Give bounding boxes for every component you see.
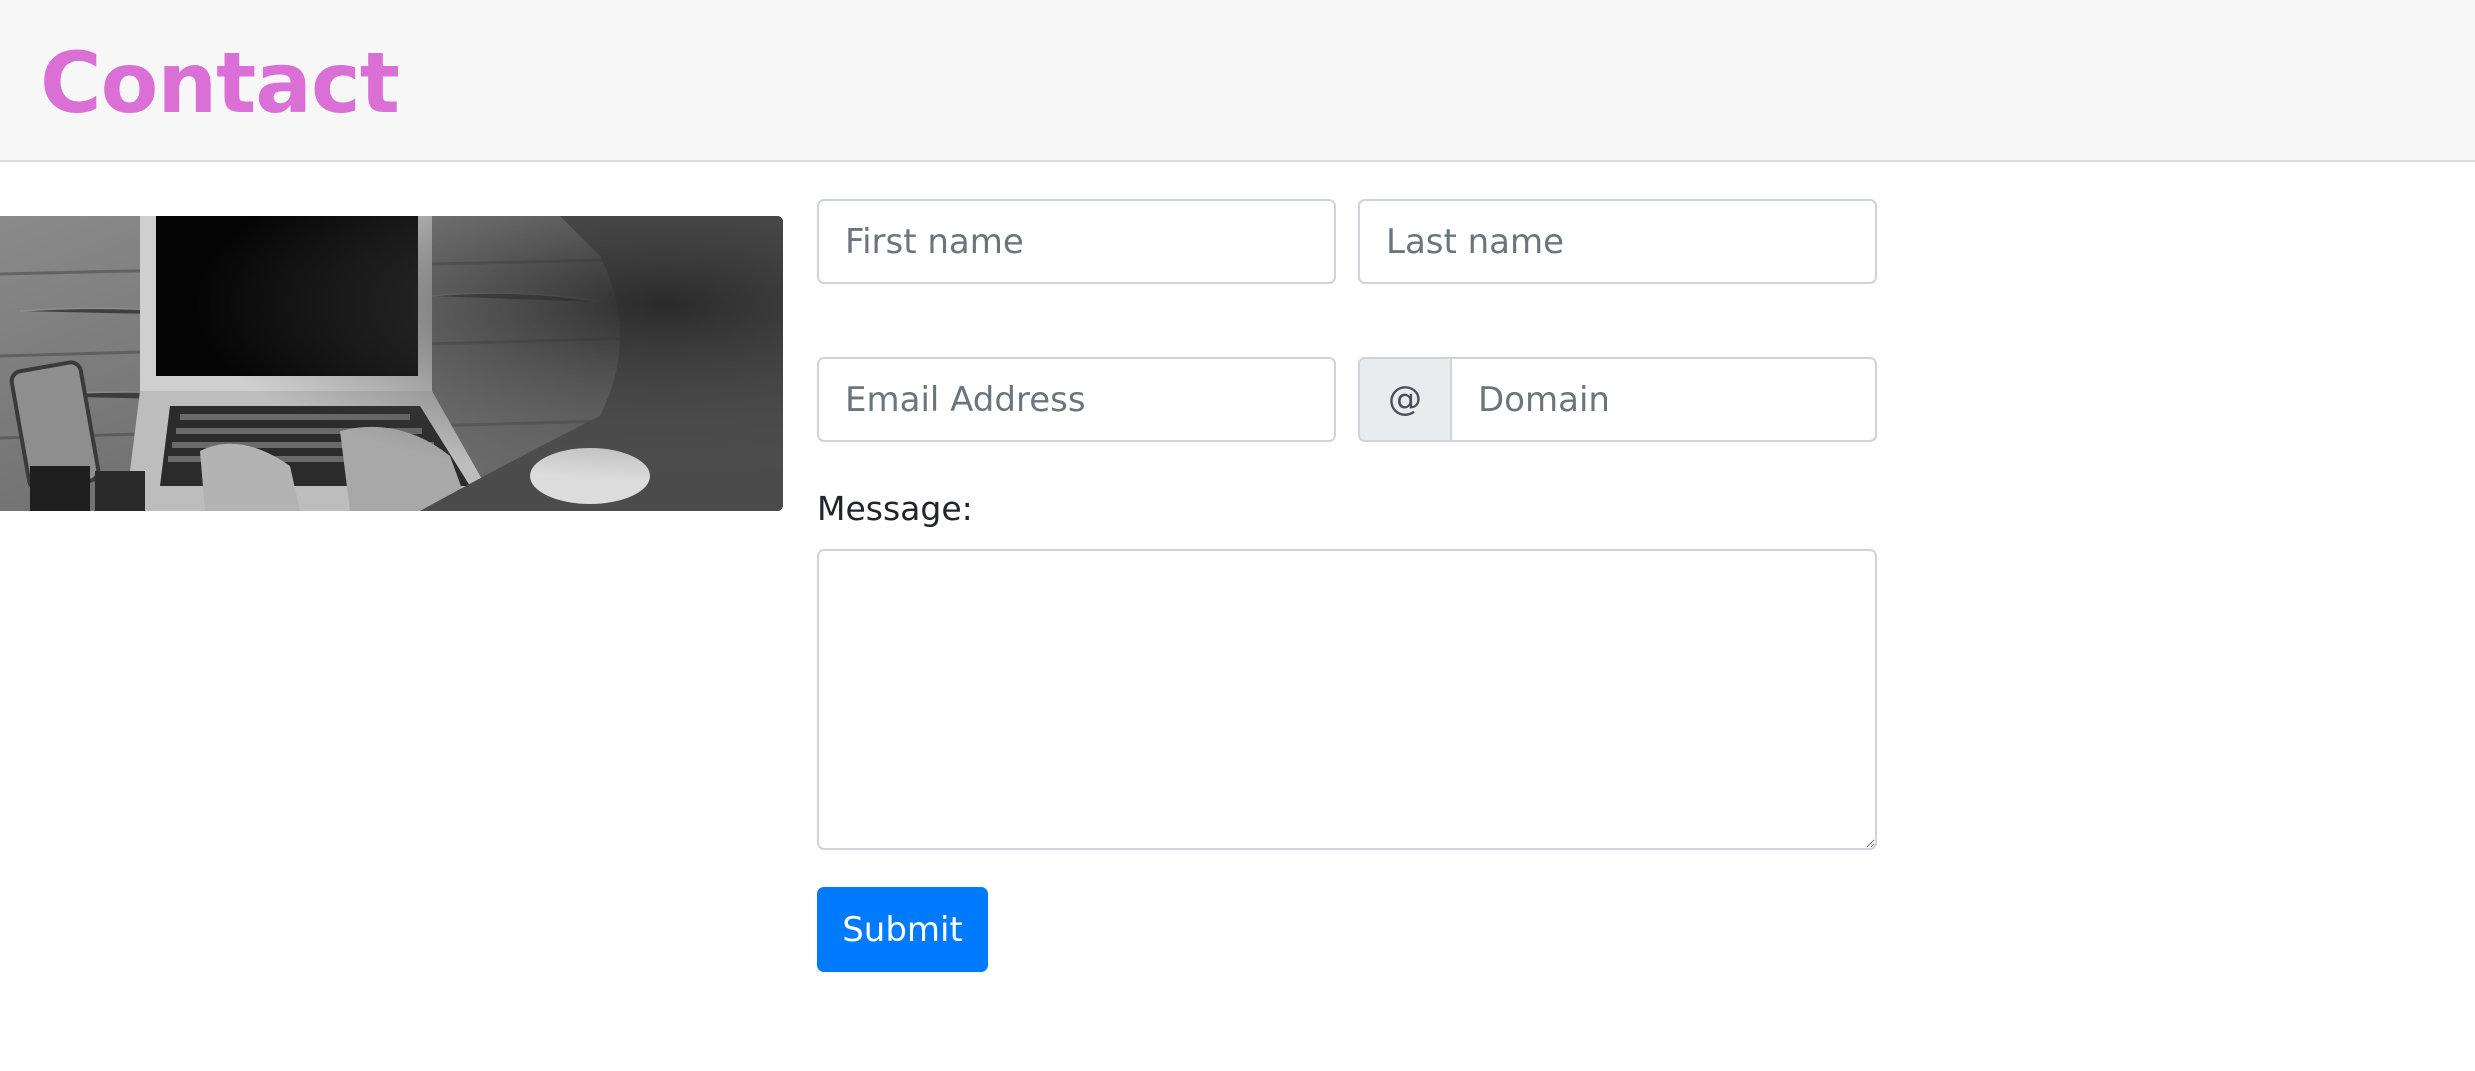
message-textarea[interactable] bbox=[817, 549, 1877, 850]
last-name-input[interactable] bbox=[1358, 199, 1877, 284]
at-symbol-addon: @ bbox=[1358, 357, 1450, 442]
email-input[interactable] bbox=[817, 357, 1336, 442]
message-label: Message: bbox=[817, 489, 973, 528]
contact-image bbox=[0, 216, 783, 511]
domain-input[interactable] bbox=[1450, 357, 1877, 442]
page-header: Contact bbox=[0, 0, 2475, 162]
submit-button[interactable]: Submit bbox=[817, 887, 988, 972]
page-title: Contact bbox=[40, 34, 400, 132]
first-name-input[interactable] bbox=[817, 199, 1336, 284]
domain-input-group: @ bbox=[1358, 357, 1877, 442]
